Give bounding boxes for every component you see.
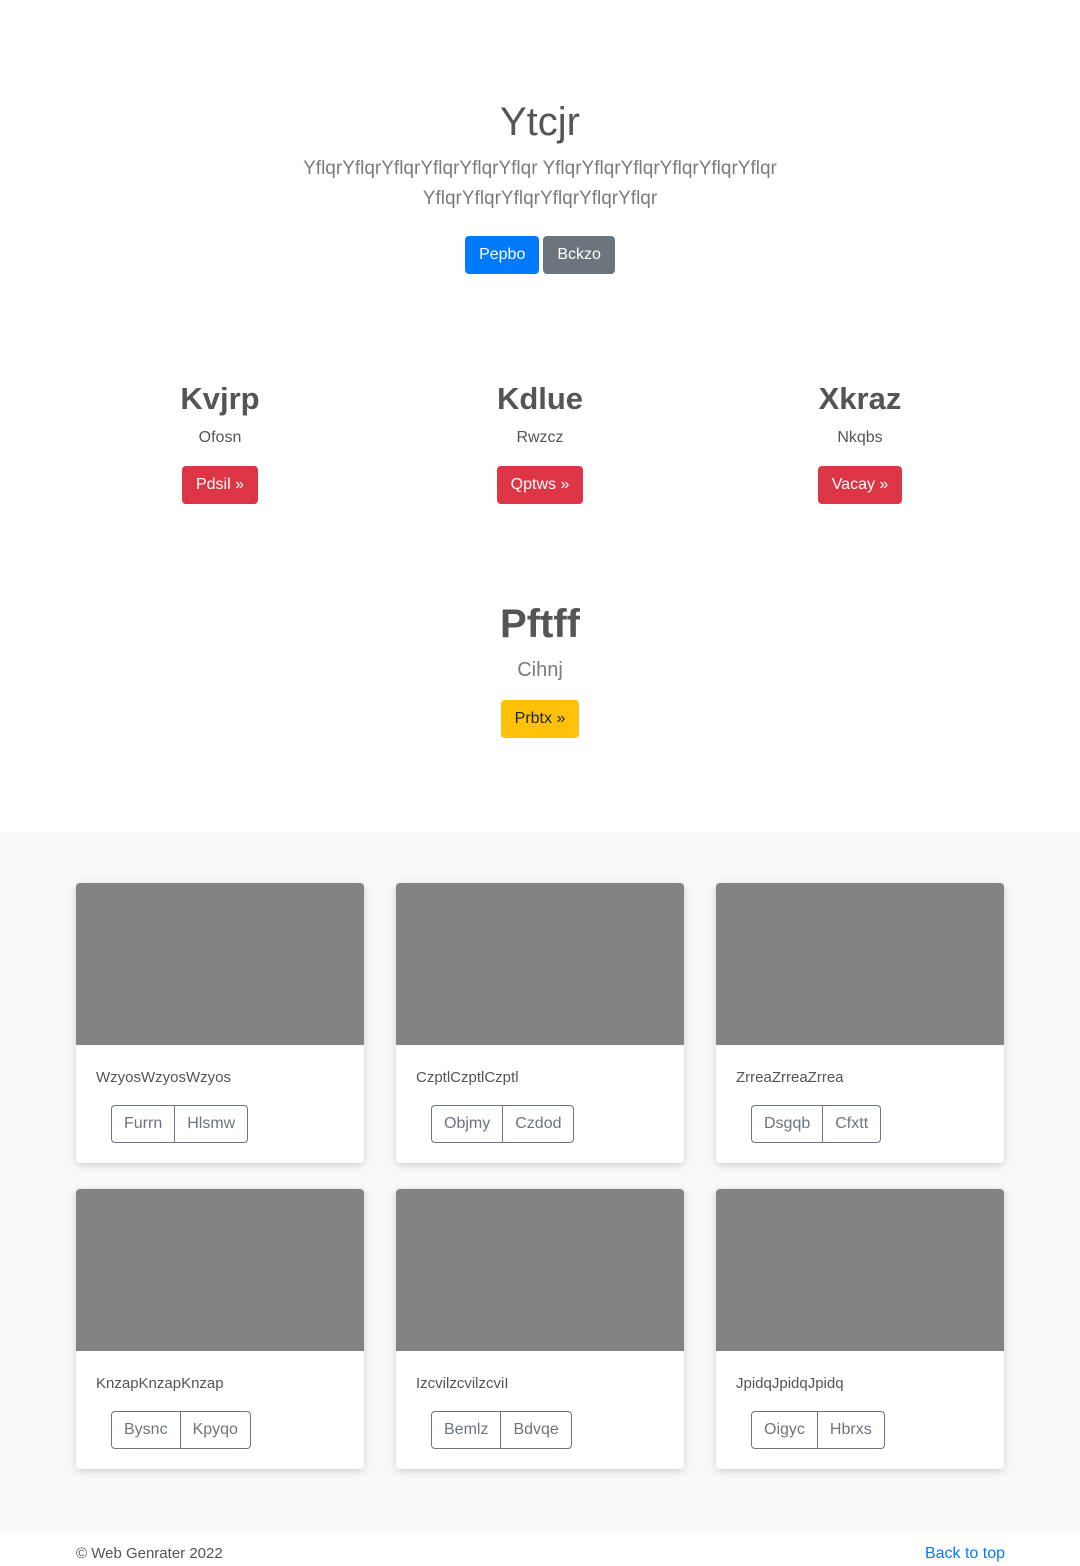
card-text: JpidqJpidqJpidq: [736, 1375, 844, 1392]
feature-button[interactable]: Pdsil »: [181, 466, 259, 504]
feature-highlight-button[interactable]: Prbtx »: [500, 700, 580, 738]
feature-heading: Kvjrp: [180, 381, 260, 416]
card-button-group: Dsgqb Cfxtt: [751, 1105, 882, 1143]
feature-highlight-text: Cihnj: [517, 659, 563, 681]
hero-section: Ytcjr YflqrYflqrYflqrYflqrYflqrYflqr Yfl…: [0, 0, 1080, 330]
hero-secondary-button[interactable]: Bckzo: [543, 236, 615, 274]
card-button[interactable]: Hlsmw: [174, 1105, 249, 1143]
album-card: WzyosWzyosWzyos Furrn Hlsmw: [76, 883, 364, 1163]
feature-heading: Kdlue: [496, 381, 584, 416]
hero-buttons: Pepbo Bckzo: [0, 236, 1080, 274]
card-button-group: Bysnc Kpyqo: [111, 1411, 251, 1449]
card-button[interactable]: Bdvqe: [500, 1411, 572, 1449]
hero-lead: YflqrYflqrYflqrYflqrYflqrYflqr YflqrYflq…: [303, 158, 777, 209]
album-card: ZrreaZrreaZrrea Dsgqb Cfxtt: [716, 883, 1004, 1163]
card-text: WzyosWzyosWzyos: [96, 1069, 231, 1086]
card-text: CzptlCzptlCzptl: [416, 1069, 519, 1086]
hero-title: Ytcjr: [500, 100, 580, 144]
feature-column: Kdlue Rwzcz Qptws »: [380, 378, 700, 504]
card-button-group: Furrn Hlsmw: [111, 1105, 249, 1143]
card-image-placeholder: [716, 1189, 1004, 1351]
album-card: IzcvilzcvilzcviI Bemlz Bdvqe: [396, 1189, 684, 1469]
card-button[interactable]: Objmy: [431, 1105, 504, 1143]
card-button[interactable]: Dsgqb: [751, 1105, 824, 1143]
card-button[interactable]: Furrn: [111, 1105, 176, 1143]
album-section: WzyosWzyosWzyos Furrn Hlsmw CzptlCzptlCz…: [0, 833, 1080, 1533]
feature-text: Rwzcz: [516, 429, 564, 446]
card-button[interactable]: Hbrxs: [816, 1411, 885, 1449]
feature-highlight-heading: Pftff: [500, 602, 580, 646]
footer-copyright: © Web Genrater 2022: [76, 1545, 223, 1562]
card-button-group: Bemlz Bdvqe: [431, 1411, 572, 1449]
album-card: CzptlCzptlCzptl Objmy Czdod: [396, 883, 684, 1163]
feature-column: Kvjrp Ofosn Pdsil »: [60, 378, 380, 504]
card-text: IzcvilzcvilzcviI: [416, 1375, 509, 1392]
card-text: KnzapKnzapKnzap: [96, 1375, 224, 1392]
hero-primary-button[interactable]: Pepbo: [465, 236, 540, 274]
feature-column: Xkraz Nkqbs Vacay »: [700, 378, 1020, 504]
footer: © Web Genrater 2022 Back to top: [0, 1533, 1080, 1566]
feature-text: Ofosn: [198, 429, 242, 446]
feature-text: Nkqbs: [837, 429, 883, 446]
card-image-placeholder: [716, 883, 1004, 1045]
back-to-top-link[interactable]: Back to top: [925, 1545, 1005, 1563]
card-image-placeholder: [396, 1189, 684, 1351]
card-text: ZrreaZrreaZrrea: [736, 1069, 844, 1086]
album-card: KnzapKnzapKnzap Bysnc Kpyqo: [76, 1189, 364, 1469]
card-button[interactable]: Cfxtt: [822, 1105, 882, 1143]
card-image-placeholder: [76, 883, 364, 1045]
feature-heading: Xkraz: [818, 381, 902, 416]
feature-button[interactable]: Vacay »: [817, 466, 903, 504]
card-button-group: Oigyc Hbrxs: [751, 1411, 885, 1449]
card-button[interactable]: Bysnc: [111, 1411, 181, 1449]
card-button[interactable]: Oigyc: [751, 1411, 818, 1449]
card-button-group: Objmy Czdod: [431, 1105, 575, 1143]
card-image-placeholder: [396, 883, 684, 1045]
album-card: JpidqJpidqJpidq Oigyc Hbrxs: [716, 1189, 1004, 1469]
feature-highlight: Pftff Cihnj Prbtx »: [0, 600, 1080, 738]
feature-button[interactable]: Qptws »: [496, 466, 584, 504]
card-button[interactable]: Bemlz: [431, 1411, 502, 1449]
card-button[interactable]: Czdod: [502, 1105, 575, 1143]
card-image-placeholder: [76, 1189, 364, 1351]
card-button[interactable]: Kpyqo: [179, 1411, 251, 1449]
